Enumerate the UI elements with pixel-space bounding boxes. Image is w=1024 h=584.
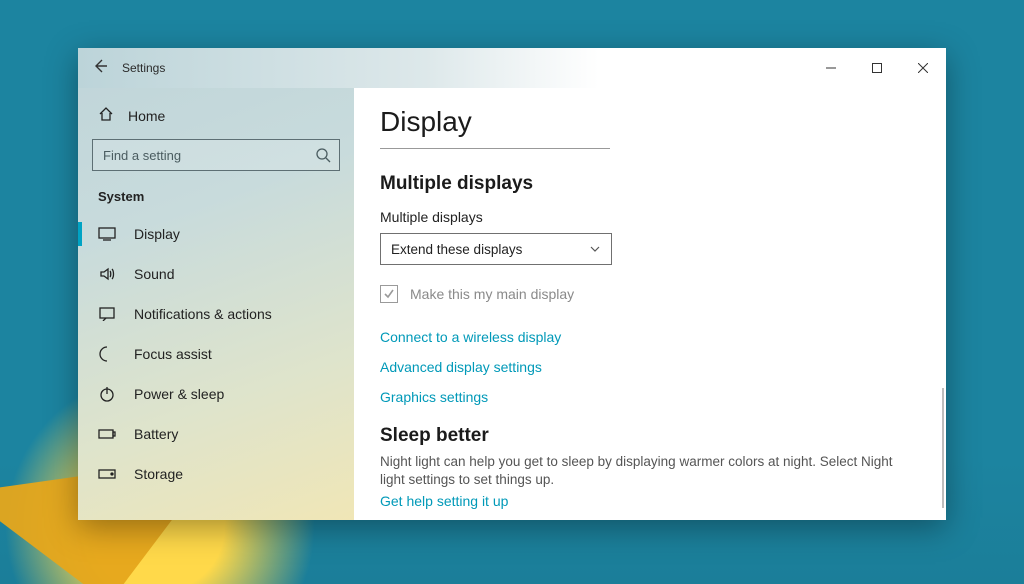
window-body: Home System Display Sound Notificatio	[78, 88, 946, 520]
nav-label: Battery	[134, 426, 178, 442]
multiple-displays-label: Multiple displays	[380, 209, 916, 225]
nav-label: Notifications & actions	[134, 306, 272, 322]
link-graphics-settings[interactable]: Graphics settings	[380, 389, 916, 405]
scrollbar[interactable]	[942, 388, 944, 508]
nav-label: Focus assist	[134, 346, 212, 362]
check-icon	[383, 288, 395, 300]
category-label: System	[92, 185, 340, 214]
nav-label: Sound	[134, 266, 174, 282]
search-icon	[315, 147, 331, 163]
checkbox-label: Make this my main display	[410, 286, 574, 302]
link-sleep-help[interactable]: Get help setting it up	[380, 493, 916, 509]
maximize-button[interactable]	[854, 48, 900, 88]
chevron-down-icon	[589, 243, 601, 255]
sidebar: Home System Display Sound Notificatio	[78, 88, 354, 520]
search-input[interactable]	[103, 148, 315, 163]
settings-window: Settings Home System Displa	[78, 48, 946, 520]
search-box[interactable]	[92, 139, 340, 171]
home-icon	[98, 106, 114, 125]
link-advanced-display[interactable]: Advanced display settings	[380, 359, 916, 375]
title-underline	[380, 148, 610, 149]
battery-icon	[98, 428, 116, 440]
focus-assist-icon	[98, 346, 116, 362]
display-icon	[98, 227, 116, 241]
storage-icon	[98, 469, 116, 479]
sleep-description: Night light can help you get to sleep by…	[380, 453, 900, 489]
page-title: Display	[380, 106, 916, 148]
nav-label: Power & sleep	[134, 386, 224, 402]
main-display-checkbox: Make this my main display	[380, 285, 916, 303]
notifications-icon	[98, 307, 116, 321]
maximize-icon	[872, 63, 882, 73]
section-multiple-displays: Multiple displays	[380, 173, 916, 195]
close-icon	[918, 63, 928, 73]
nav-label: Storage	[134, 466, 183, 482]
window-title: Settings	[122, 61, 165, 75]
content-pane: Display Multiple displays Multiple displ…	[354, 88, 946, 520]
nav-item-notifications[interactable]: Notifications & actions	[78, 294, 354, 334]
back-arrow-icon	[92, 58, 108, 74]
section-sleep-better: Sleep better	[380, 425, 916, 447]
power-icon	[98, 386, 116, 402]
nav-label: Display	[134, 226, 180, 242]
titlebar: Settings	[78, 48, 946, 88]
checkbox-box	[380, 285, 398, 303]
nav-list: Display Sound Notifications & actions Fo…	[78, 214, 354, 494]
home-link[interactable]: Home	[92, 100, 340, 139]
nav-item-display[interactable]: Display	[78, 214, 354, 254]
close-button[interactable]	[900, 48, 946, 88]
minimize-icon	[826, 63, 836, 73]
nav-item-battery[interactable]: Battery	[78, 414, 354, 454]
minimize-button[interactable]	[808, 48, 854, 88]
sound-icon	[98, 266, 116, 282]
multiple-displays-dropdown[interactable]: Extend these displays	[380, 233, 612, 265]
back-button[interactable]	[78, 58, 122, 79]
nav-item-storage[interactable]: Storage	[78, 454, 354, 494]
nav-item-sound[interactable]: Sound	[78, 254, 354, 294]
nav-item-focus-assist[interactable]: Focus assist	[78, 334, 354, 374]
dropdown-value: Extend these displays	[391, 242, 522, 257]
caption-buttons	[808, 48, 946, 88]
home-label: Home	[128, 108, 165, 124]
link-wireless-display[interactable]: Connect to a wireless display	[380, 329, 916, 345]
nav-item-power-sleep[interactable]: Power & sleep	[78, 374, 354, 414]
